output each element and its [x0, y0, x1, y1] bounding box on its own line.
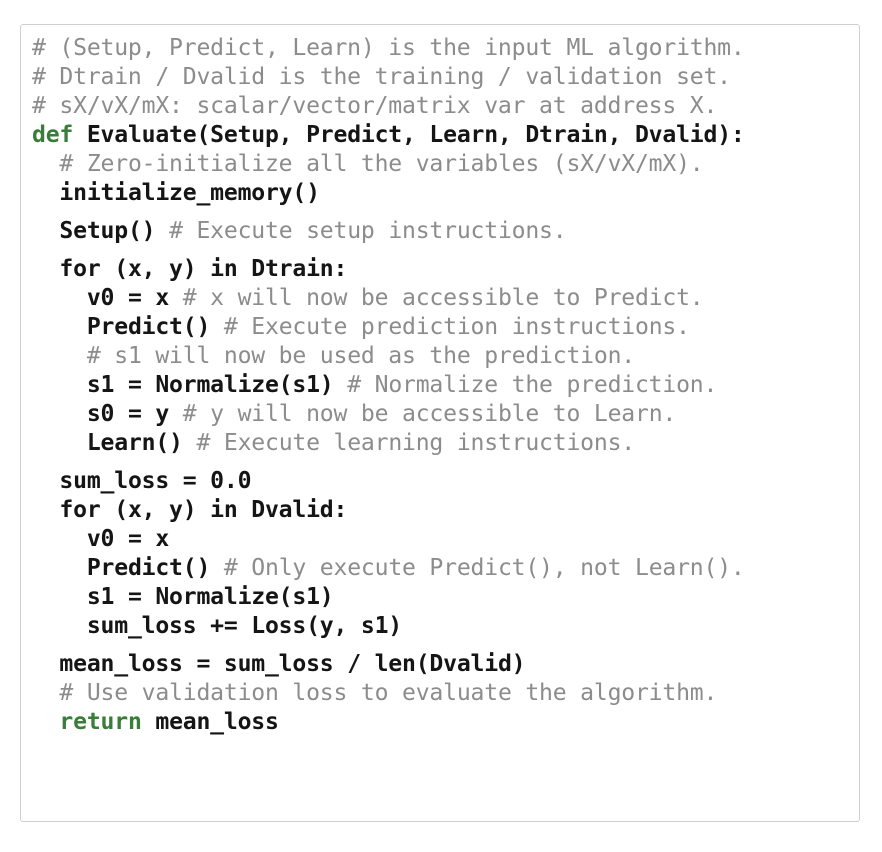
code-line: s1 = Normalize(s1) — [32, 583, 859, 612]
code-listing-panel: # (Setup, Predict, Learn) is the input M… — [20, 24, 860, 822]
code-comment: # Execute setup instructions. — [155, 218, 567, 244]
code-comment: # (Setup, Predict, Learn) is the input M… — [32, 35, 745, 61]
code-text: Learn() — [86, 430, 183, 456]
code-line: initialize_memory() — [32, 179, 859, 208]
code-line: # (Setup, Predict, Learn) is the input M… — [32, 34, 859, 63]
code-line: v0 = x — [32, 525, 859, 554]
code-line: def Evaluate(Setup, Predict, Learn, Dtra… — [32, 121, 859, 150]
code-text: sum_loss = 0.0 — [59, 468, 252, 494]
code-comment: # x will now be accessible to Predict. — [169, 285, 704, 311]
code-text: Evaluate(Setup, Predict, Learn, Dtrain, … — [73, 122, 745, 148]
code-comment: # y will now be accessible to Learn. — [169, 401, 677, 427]
code-comment: # s1 will now be used as the prediction. — [86, 343, 635, 369]
code-line: s1 = Normalize(s1) # Normalize the predi… — [32, 371, 859, 400]
code-line: Predict() # Execute prediction instructi… — [32, 313, 859, 342]
code-comment: # Zero-initialize all the variables (sX/… — [59, 151, 704, 177]
code-line: # Use validation loss to evaluate the al… — [32, 679, 859, 708]
code-line: # sX/vX/mX: scalar/vector/matrix var at … — [32, 92, 859, 121]
code-line: # Zero-initialize all the variables (sX/… — [32, 150, 859, 179]
code-comment: # Only execute Predict(), not Learn(). — [210, 555, 745, 581]
code-line: Learn() # Execute learning instructions. — [32, 429, 859, 458]
code-text: s1 = Normalize(s1) — [86, 584, 334, 610]
code-text: for (x, y) in Dtrain: — [59, 256, 348, 282]
code-text: v0 = x — [86, 526, 170, 552]
code-comment: # Normalize the prediction. — [333, 372, 718, 398]
code-line: # s1 will now be used as the prediction. — [32, 342, 859, 371]
code-line: for (x, y) in Dtrain: — [32, 255, 859, 284]
code-line: sum_loss = 0.0 — [32, 467, 859, 496]
code-comment: # Dtrain / Dvalid is the training / vali… — [32, 64, 731, 90]
code-text: s0 = y — [86, 401, 170, 427]
code-text: initialize_memory() — [59, 180, 320, 206]
code-comment: # Execute prediction instructions. — [210, 314, 690, 340]
code-line: sum_loss += Loss(y, s1) — [32, 612, 859, 641]
code-line: mean_loss = sum_loss / len(Dvalid) — [32, 650, 859, 679]
code-keyword: return — [59, 709, 142, 735]
code-text: v0 = x — [86, 285, 170, 311]
code-text: sum_loss += Loss(y, s1) — [86, 613, 403, 639]
code-text: Setup() — [59, 218, 156, 244]
code-text: mean_loss — [141, 709, 279, 735]
code-line: v0 = x # x will now be accessible to Pre… — [32, 284, 859, 313]
code-comment: # Execute learning instructions. — [182, 430, 635, 456]
code-text: Predict() — [86, 314, 211, 340]
code-comment: # sX/vX/mX: scalar/vector/matrix var at … — [32, 93, 718, 119]
code-line: # Dtrain / Dvalid is the training / vali… — [32, 63, 859, 92]
code-text: mean_loss = sum_loss / len(Dvalid) — [59, 651, 526, 677]
code-text: s1 = Normalize(s1) — [86, 372, 334, 398]
code-line: for (x, y) in Dvalid: — [32, 496, 859, 525]
code-line: Setup() # Execute setup instructions. — [32, 217, 859, 246]
code-block: # (Setup, Predict, Learn) is the input M… — [32, 34, 859, 737]
code-line: Predict() # Only execute Predict(), not … — [32, 554, 859, 583]
code-line: return mean_loss — [32, 708, 859, 737]
code-line: s0 = y # y will now be accessible to Lea… — [32, 400, 859, 429]
code-comment: # Use validation loss to evaluate the al… — [59, 680, 718, 706]
code-text: Predict() — [86, 555, 211, 581]
code-text: for (x, y) in Dvalid: — [59, 497, 348, 523]
code-keyword: def — [32, 122, 74, 148]
